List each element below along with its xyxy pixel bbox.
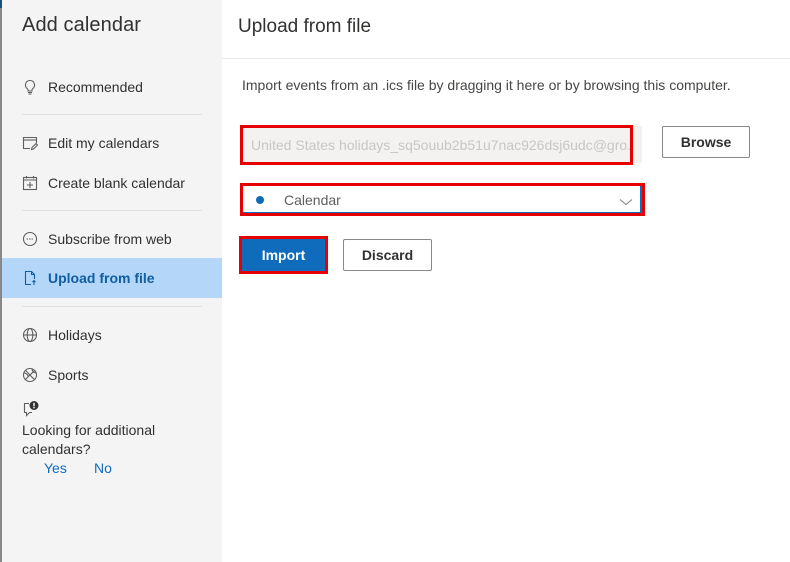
sidebar-item-label: Upload from file: [48, 270, 155, 286]
sidebar-item-edit-my-calendars[interactable]: Edit my calendars: [2, 123, 222, 163]
focus-indicator: [640, 186, 642, 213]
sidebar-item-sports[interactable]: Sports: [2, 355, 222, 395]
sidebar-divider: [22, 114, 202, 115]
sidebar-item-subscribe-from-web[interactable]: Subscribe from web: [2, 219, 222, 259]
lightbulb-icon: [22, 79, 38, 95]
import-button[interactable]: Import: [239, 236, 328, 274]
feedback-no-link[interactable]: No: [94, 460, 112, 476]
sidebar-divider: [22, 306, 202, 307]
sidebar-item-upload-from-file[interactable]: Upload from file: [2, 258, 222, 298]
edit-calendar-icon: [22, 135, 38, 151]
discard-button[interactable]: Discard: [343, 239, 432, 271]
sidebar-item-recommended[interactable]: Recommended: [2, 67, 222, 107]
sidebar-item-label: Edit my calendars: [48, 135, 160, 151]
link-circle-icon: [22, 231, 38, 247]
sidebar-item-label: Recommended: [48, 79, 143, 95]
sidebar-title: Add calendar: [22, 14, 142, 36]
header-divider: [222, 58, 790, 59]
file-name-input[interactable]: United States holidays_sq5ouub2b51u7nac9…: [240, 125, 633, 165]
browse-button[interactable]: Browse: [662, 126, 750, 158]
add-calendar-icon: [22, 175, 38, 191]
feedback-question: Looking for additional calendars?: [22, 422, 156, 457]
file-upload-icon: [22, 270, 38, 286]
sidebar-divider: [22, 210, 202, 211]
sidebar-item-label: Holidays: [48, 327, 102, 343]
sidebar-item-label: Subscribe from web: [48, 231, 172, 247]
sidebar-item-label: Sports: [48, 367, 89, 383]
sidebar-item-create-blank-calendar[interactable]: Create blank calendar: [2, 163, 222, 203]
globe-icon: [22, 327, 38, 343]
feedback-alert-icon: [22, 400, 40, 418]
sidebar: Add calendar Recommended Edit my calenda…: [2, 0, 222, 562]
calendar-color-dot: [256, 195, 264, 204]
calendar-select-dropdown[interactable]: Calendar: [240, 183, 645, 216]
page-title: Upload from file: [238, 16, 372, 37]
chevron-down-icon: [619, 194, 633, 206]
add-calendar-dialog: Add calendar Recommended Edit my calenda…: [0, 0, 790, 562]
sidebar-item-holidays[interactable]: Holidays: [2, 315, 222, 355]
feedback-yes-link[interactable]: Yes: [44, 460, 67, 476]
sports-ball-icon: [22, 367, 38, 383]
calendar-select-value: Calendar: [284, 191, 341, 208]
sidebar-item-label: Create blank calendar: [48, 175, 185, 191]
focus-underline: [243, 212, 642, 213]
import-instructions: Import events from an .ics file by dragg…: [242, 77, 731, 93]
